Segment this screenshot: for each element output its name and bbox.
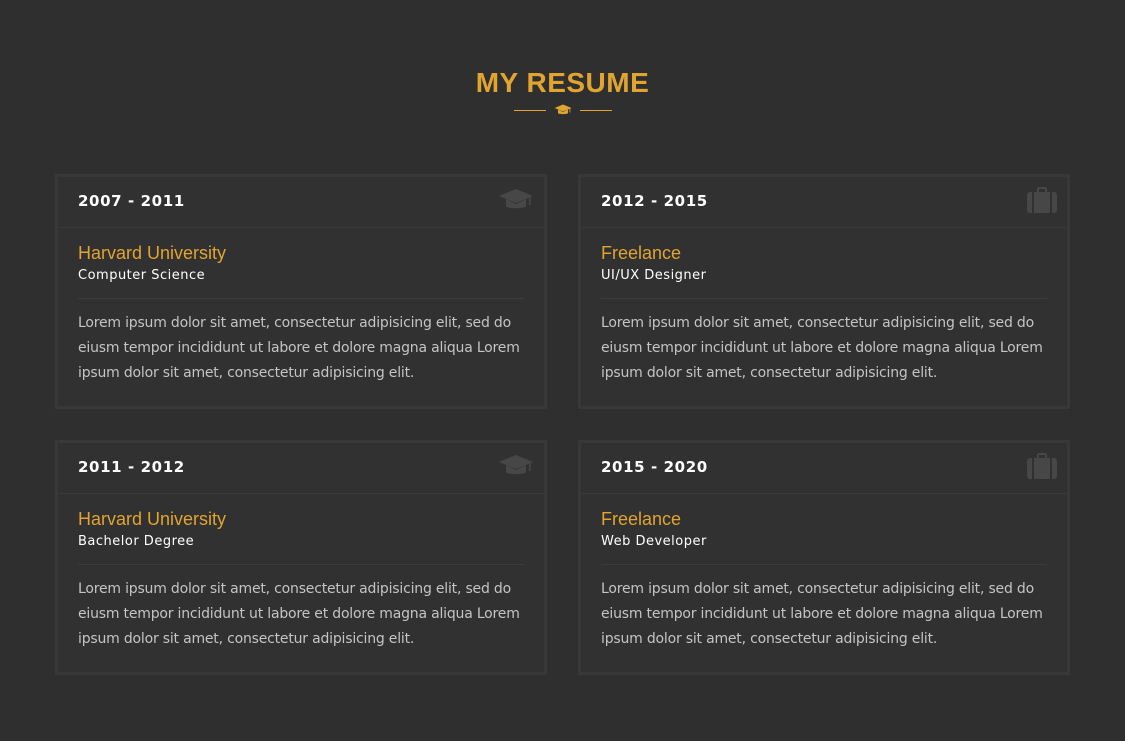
card-description: Lorem ipsum dolor sit amet, consectetur … (601, 581, 1043, 647)
card-header: 2007 - 2011 (58, 177, 544, 228)
card-body: Harvard University Bachelor Degree Lorem… (58, 494, 544, 652)
card-period: 2007 - 2011 (78, 192, 185, 210)
section-header: MY RESUME (0, 64, 1125, 116)
card-role: Bachelor Degree (78, 534, 195, 549)
title-divider (0, 104, 1125, 116)
card-header: 2015 - 2020 (581, 443, 1067, 494)
card-role: UI/UX Designer (601, 268, 707, 283)
card-separator (601, 298, 1047, 299)
card-separator (601, 564, 1047, 565)
card-organization: Freelance (601, 243, 682, 263)
divider-line-right (579, 109, 612, 111)
card-separator (78, 298, 524, 299)
card-header: 2011 - 2012 (58, 443, 544, 494)
card-organization: Harvard University (78, 509, 227, 529)
card-description: Lorem ipsum dolor sit amet, consectetur … (78, 315, 520, 381)
briefcase-icon (1027, 453, 1057, 479)
card-role: Computer Science (78, 268, 206, 283)
card-body: Freelance Web Developer Lorem ipsum dolo… (581, 494, 1067, 652)
graduation-cap-icon (498, 453, 534, 479)
divider-line-left (513, 109, 546, 111)
card-body: Harvard University Computer Science Lore… (58, 228, 544, 386)
resume-card: 2015 - 2020 Freelance Web Developer Lore… (578, 440, 1070, 675)
card-organization: Freelance (601, 509, 682, 529)
card-separator (78, 564, 524, 565)
card-description: Lorem ipsum dolor sit amet, consectetur … (78, 581, 520, 647)
card-body: Freelance UI/UX Designer Lorem ipsum dol… (581, 228, 1067, 386)
briefcase-icon (1027, 187, 1057, 213)
graduation-cap-icon (498, 187, 534, 213)
resume-card: 2007 - 2011 Harvard University Computer … (55, 174, 547, 409)
card-description: Lorem ipsum dolor sit amet, consectetur … (601, 315, 1043, 381)
card-period: 2012 - 2015 (601, 192, 708, 210)
resume-card: 2011 - 2012 Harvard University Bachelor … (55, 440, 547, 675)
section-title: MY RESUME (475, 67, 650, 98)
card-role: Web Developer (601, 534, 707, 549)
card-organization: Harvard University (78, 243, 227, 263)
resume-card: 2012 - 2015 Freelance UI/UX Designer Lor… (578, 174, 1070, 409)
card-period: 2015 - 2020 (601, 458, 708, 476)
graduation-cap-icon (554, 104, 572, 116)
card-period: 2011 - 2012 (78, 458, 185, 476)
card-header: 2012 - 2015 (581, 177, 1067, 228)
